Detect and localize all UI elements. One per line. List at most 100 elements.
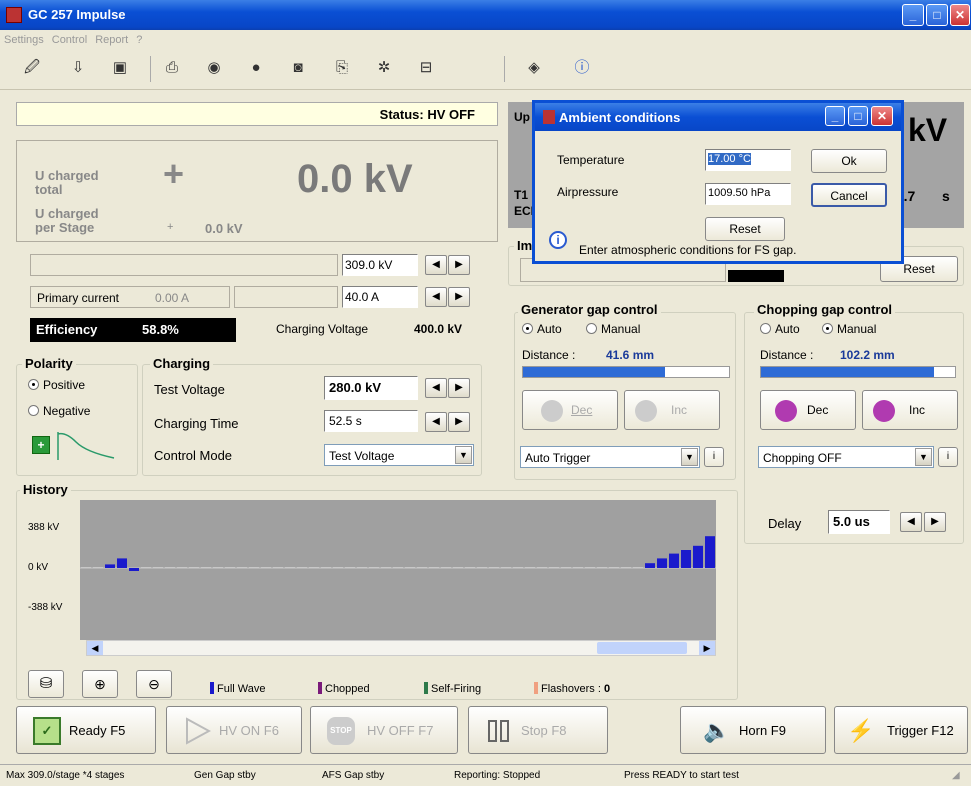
history-bar <box>273 567 283 568</box>
chop-manual-radio[interactable]: Manual <box>822 322 876 336</box>
eci-label: ECI <box>514 204 535 218</box>
close-button[interactable]: ✕ <box>950 4 970 26</box>
menu-settings[interactable]: Settings <box>4 34 44 46</box>
preview-icon[interactable]: ◉ <box>202 56 226 80</box>
delay-left-arrow[interactable]: ◀ <box>900 512 922 532</box>
positive-label: Positive <box>43 378 86 392</box>
history-bar <box>189 567 199 568</box>
history-bar <box>681 550 691 568</box>
history-bar <box>369 567 379 568</box>
menu-bar: Settings Control Report? <box>0 30 971 50</box>
test-voltage-field[interactable]: 280.0 kV <box>324 376 418 400</box>
dialog-reset-button[interactable]: Reset <box>705 217 785 241</box>
book-icon[interactable]: ◈ <box>522 56 546 80</box>
charging-time-right-arrow[interactable]: ▶ <box>448 412 470 432</box>
voltage-limit-right-arrow[interactable]: ▶ <box>448 255 470 275</box>
scroll-right-arrow[interactable]: ▶ <box>699 641 715 655</box>
scroll-thumb[interactable] <box>597 642 687 654</box>
chop-auto-label: Auto <box>775 322 800 336</box>
airpressure-field[interactable]: 1009.50 hPa <box>705 183 791 205</box>
hv-on-button[interactable]: HV ON F6 <box>166 706 302 754</box>
zoom-out-button[interactable]: ⊖ <box>136 670 172 698</box>
stop-icon[interactable]: ● <box>244 56 268 80</box>
resize-grip-icon[interactable]: ◢ <box>952 770 960 781</box>
ready-button[interactable]: ✓ Ready F5 <box>16 706 156 754</box>
charging-time-left-arrow[interactable]: ◀ <box>425 412 447 432</box>
menu-help[interactable]: ? <box>136 34 142 46</box>
trigger-info-button[interactable]: i <box>704 447 724 467</box>
scroll-left-arrow[interactable]: ◀ <box>87 641 103 655</box>
chop-manual-label: Manual <box>837 322 877 336</box>
minimize-button[interactable]: _ <box>902 4 924 26</box>
stop-button[interactable]: Stop F8 <box>468 706 608 754</box>
status-afs-gap: AFS Gap stby <box>322 770 385 781</box>
print-icon[interactable]: ⎙ <box>160 56 184 80</box>
voltage-limit-field[interactable]: 309.0 kV <box>342 254 418 276</box>
cancel-button[interactable]: Cancel <box>811 183 887 207</box>
history-bar <box>465 567 475 568</box>
gen-manual-radio[interactable]: Manual <box>586 322 640 336</box>
status-gen-gap: Gen Gap stby <box>194 770 256 781</box>
charging-time-label: Charging Time <box>154 416 239 431</box>
plus-icon[interactable]: + <box>32 436 50 454</box>
current-limit-left-arrow[interactable]: ◀ <box>425 287 447 307</box>
voltage-limit-left-arrow[interactable]: ◀ <box>425 255 447 275</box>
chop-auto-radio[interactable]: Auto <box>760 322 800 336</box>
chopping-mode-select[interactable]: Chopping OFF ▼ <box>758 446 934 468</box>
gen-auto-radio[interactable]: Auto <box>522 322 562 336</box>
chop-dec-button[interactable]: Dec <box>760 390 856 430</box>
current-limit-field[interactable]: 40.0 A <box>342 286 418 308</box>
delay-field[interactable]: 5.0 us <box>828 510 890 534</box>
charging-time-field[interactable]: 52.5 s <box>324 410 418 432</box>
history-scrollbar[interactable]: ◀ ▶ <box>86 640 716 656</box>
dialog-close-button[interactable]: ✕ <box>871 106 893 126</box>
gen-inc-button[interactable]: Inc <box>624 390 720 430</box>
test-voltage-right-arrow[interactable]: ▶ <box>448 378 470 398</box>
gear-icon[interactable]: ✲ <box>372 56 396 80</box>
horn-button[interactable]: 🔈 Horn F9 <box>680 706 826 754</box>
history-bar <box>81 567 91 568</box>
window-icon[interactable]: ⊟ <box>414 56 438 80</box>
chopping-info-button[interactable]: i <box>938 447 958 467</box>
t1-label: T1 <box>514 188 529 202</box>
dialog-maximize-button[interactable]: □ <box>848 106 868 126</box>
control-mode-select[interactable]: Test Voltage ▼ <box>324 444 474 466</box>
report-icon[interactable]: ⎘ <box>330 56 354 80</box>
maximize-button[interactable]: □ <box>926 4 948 26</box>
camera-icon[interactable]: ◙ <box>286 56 310 80</box>
test-voltage-left-arrow[interactable]: ◀ <box>425 378 447 398</box>
hv-off-button[interactable]: STOP HV OFF F7 <box>310 706 458 754</box>
menu-report[interactable]: Report <box>95 34 128 46</box>
gen-dec-button[interactable]: Dec <box>522 390 618 430</box>
delay-right-arrow[interactable]: ▶ <box>924 512 946 532</box>
zoom-in-button[interactable]: ⊕ <box>82 670 118 698</box>
history-bar <box>225 567 235 568</box>
positive-radio[interactable]: Positive <box>28 378 85 392</box>
trash-icon: ⛁ <box>39 675 53 692</box>
history-bar <box>129 568 139 571</box>
negative-radio[interactable]: Negative <box>28 404 90 418</box>
u-charged-stage-label: U charged per Stage <box>35 206 99 235</box>
history-bar <box>417 567 427 568</box>
chop-inc-button[interactable]: Inc <box>862 390 958 430</box>
generator-gap-title: Generator gap control <box>518 302 661 317</box>
trigger-button[interactable]: ⚡ Trigger F12 <box>834 706 968 754</box>
history-bar <box>597 567 607 568</box>
info-icon[interactable]: ⓘ <box>570 56 594 80</box>
clear-history-button[interactable]: ⛁ <box>28 670 64 698</box>
chop-distance-bar <box>761 367 934 377</box>
current-limit-right-arrow[interactable]: ▶ <box>448 287 470 307</box>
trigger-mode-select[interactable]: Auto Trigger ▼ <box>520 446 700 468</box>
chevron-down-icon: ▼ <box>915 448 932 466</box>
app-icon <box>6 7 22 23</box>
open-icon[interactable]: 🖉 <box>20 56 44 80</box>
dialog-minimize-button[interactable]: _ <box>825 106 845 126</box>
temperature-field[interactable]: 17.00 °C <box>705 149 791 171</box>
primary-current-box: Primary current 0.00 A <box>30 286 230 308</box>
status-message: Press READY to start test <box>624 770 739 781</box>
status-field: Status: HV OFF <box>16 102 498 126</box>
import-icon[interactable]: ⇩ <box>66 56 90 80</box>
menu-control[interactable]: Control <box>52 34 87 46</box>
save-icon[interactable]: ▣ <box>108 56 132 80</box>
ok-button[interactable]: Ok <box>811 149 887 173</box>
